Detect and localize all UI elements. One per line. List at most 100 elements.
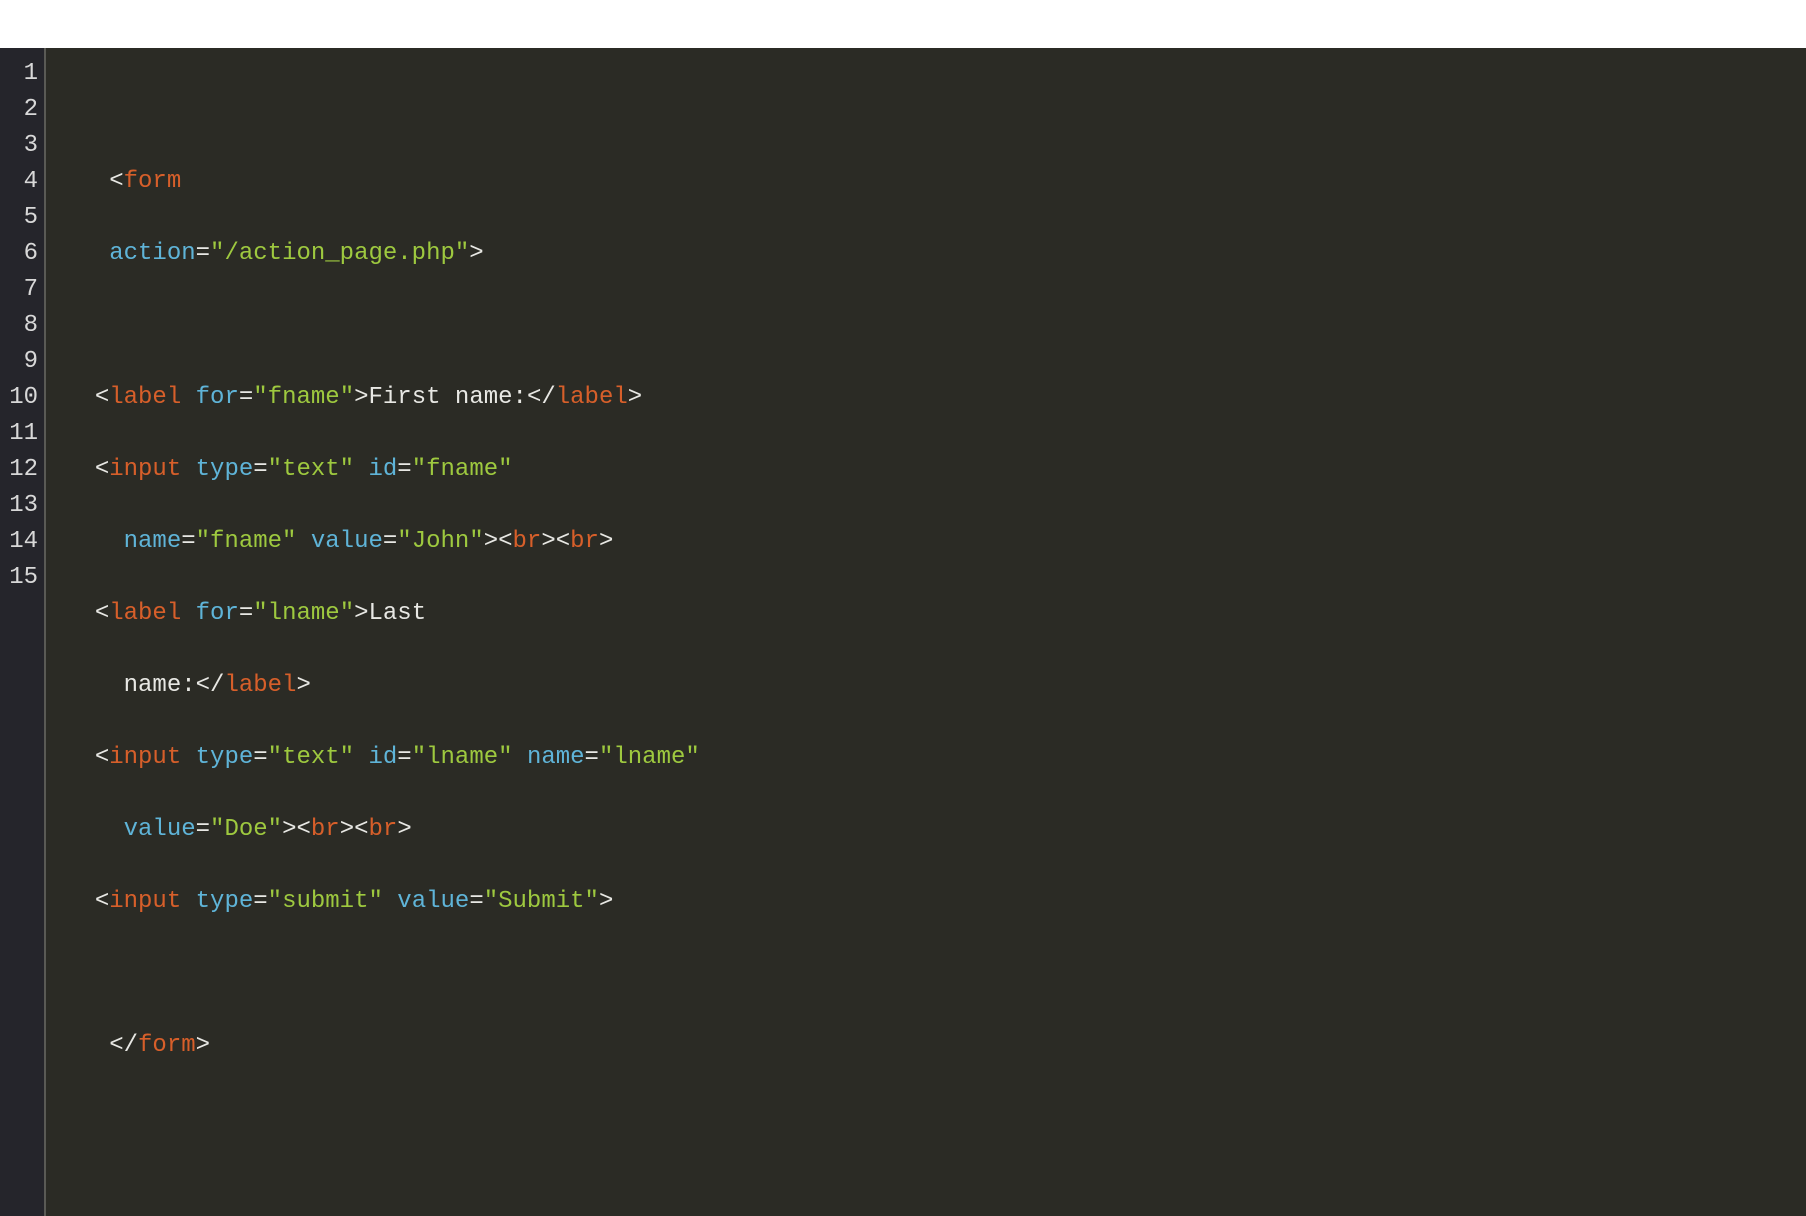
string-token: Submit [498, 888, 584, 915]
code-token: > [599, 888, 613, 915]
code-line[interactable]: <input type="text" id="lname" name="lnam… [66, 740, 1806, 776]
code-token: > [340, 816, 354, 843]
tag-token: br [369, 816, 398, 843]
attr-token: name [124, 528, 182, 555]
code-token [66, 384, 95, 411]
text-token: Last [369, 600, 427, 627]
string-token: " [340, 384, 354, 411]
code-token [181, 888, 195, 915]
line-number: 4 [2, 164, 38, 200]
code-line[interactable]: action="/action_page.php"> [66, 236, 1806, 272]
code-token: < [296, 816, 310, 843]
line-number: 14 [2, 524, 38, 560]
string-token: " [340, 456, 354, 483]
code-token: < [95, 744, 109, 771]
code-line[interactable]: name:</label> [66, 668, 1806, 704]
attr-token: for [196, 384, 239, 411]
line-number-gutter: 1 2 3 4 5 6 7 8 9 10 11 12 13 14 15 [0, 48, 46, 1216]
code-token: < [109, 168, 123, 195]
tag-token: label [109, 600, 181, 627]
code-token [181, 384, 195, 411]
code-token [66, 1032, 109, 1059]
code-token [181, 744, 195, 771]
code-area[interactable]: <form action="/action_page.php"> <label … [46, 48, 1806, 1216]
code-line[interactable]: name="fname" value="John"><br><br> [66, 524, 1806, 560]
attr-token: name [527, 744, 585, 771]
code-editor[interactable]: 1 2 3 4 5 6 7 8 9 10 11 12 13 14 15 <for… [0, 48, 1806, 1216]
code-token: > [484, 528, 498, 555]
code-token: = [253, 744, 267, 771]
string-token: Doe [224, 816, 267, 843]
code-token [181, 600, 195, 627]
code-token: > [469, 240, 483, 267]
code-token [181, 456, 195, 483]
code-token: < [498, 528, 512, 555]
code-line[interactable]: <form [66, 164, 1806, 200]
code-token: > [296, 672, 310, 699]
string-token: " [268, 456, 282, 483]
attr-token: action [109, 240, 195, 267]
tag-token: label [109, 384, 181, 411]
code-line[interactable]: <label for="fname">First name:</label> [66, 380, 1806, 416]
code-token: = [196, 240, 210, 267]
code-line[interactable]: <input type="submit" value="Submit"> [66, 884, 1806, 920]
code-token [66, 888, 95, 915]
code-token: = [469, 888, 483, 915]
code-token: = [383, 528, 397, 555]
code-token: > [599, 528, 613, 555]
code-token: = [253, 888, 267, 915]
code-token: = [253, 456, 267, 483]
string-token: /action_page.php [224, 240, 454, 267]
code-line[interactable]: <label for="lname">Last [66, 596, 1806, 632]
string-token: " [340, 600, 354, 627]
string-token: " [412, 744, 426, 771]
code-token [66, 744, 95, 771]
line-number: 1 [2, 56, 38, 92]
code-token [66, 816, 124, 843]
code-token: > [397, 816, 411, 843]
code-line[interactable]: <input type="text" id="fname" [66, 452, 1806, 488]
code-line[interactable]: value="Doe"><br><br> [66, 812, 1806, 848]
code-token [66, 168, 109, 195]
line-number: 5 [2, 200, 38, 236]
tag-token: form [138, 1032, 196, 1059]
code-token: > [628, 384, 642, 411]
code-token [513, 744, 527, 771]
attr-token: type [196, 456, 254, 483]
code-line[interactable] [66, 1100, 1806, 1136]
code-line[interactable] [66, 956, 1806, 992]
string-token: text [282, 744, 340, 771]
string-token: " [340, 744, 354, 771]
tag-token: br [570, 528, 599, 555]
string-token: " [498, 744, 512, 771]
string-token: " [196, 528, 210, 555]
line-number: 15 [2, 560, 38, 596]
code-token: > [196, 1032, 210, 1059]
attr-token: value [311, 528, 383, 555]
string-token: " [368, 888, 382, 915]
code-token: </ [196, 672, 225, 699]
tag-token: br [513, 528, 542, 555]
code-token: > [541, 528, 555, 555]
code-token: = [397, 744, 411, 771]
string-token: " [685, 744, 699, 771]
code-line[interactable] [66, 308, 1806, 344]
tag-token: label [224, 672, 296, 699]
code-line[interactable] [66, 92, 1806, 128]
code-line[interactable]: </form> [66, 1028, 1806, 1064]
string-token: submit [282, 888, 368, 915]
string-token: " [469, 528, 483, 555]
code-token [354, 744, 368, 771]
code-token: > [354, 384, 368, 411]
code-token: < [354, 816, 368, 843]
string-token: John [412, 528, 470, 555]
line-number: 12 [2, 452, 38, 488]
string-token: " [268, 744, 282, 771]
string-token: " [599, 744, 613, 771]
code-token: = [585, 744, 599, 771]
string-token: " [498, 456, 512, 483]
code-token [383, 888, 397, 915]
code-token: < [556, 528, 570, 555]
code-token: = [239, 384, 253, 411]
string-token: lname [268, 600, 340, 627]
